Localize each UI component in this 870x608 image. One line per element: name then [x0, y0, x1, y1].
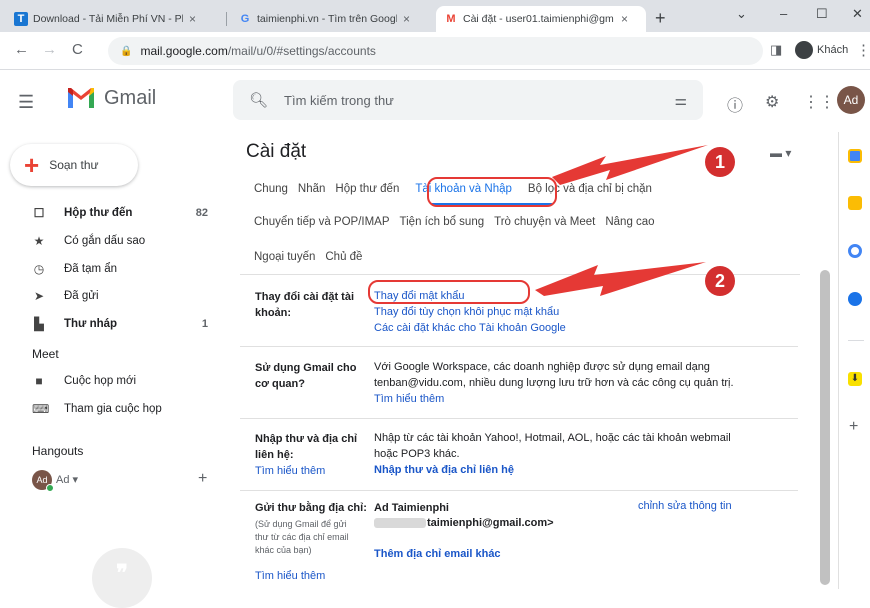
arrow-1-icon — [552, 145, 708, 185]
annotation-arrows — [535, 145, 708, 296]
tasks-icon[interactable] — [848, 244, 862, 258]
keep-icon[interactable] — [848, 196, 862, 210]
download-extension-icon[interactable]: ⬇ — [848, 372, 862, 386]
contacts-icon[interactable] — [848, 292, 862, 306]
get-addons-plus-icon[interactable]: + — [849, 418, 858, 436]
calendar-icon[interactable] — [848, 149, 862, 163]
rail-divider — [848, 340, 864, 341]
arrow-2-icon — [535, 262, 706, 296]
